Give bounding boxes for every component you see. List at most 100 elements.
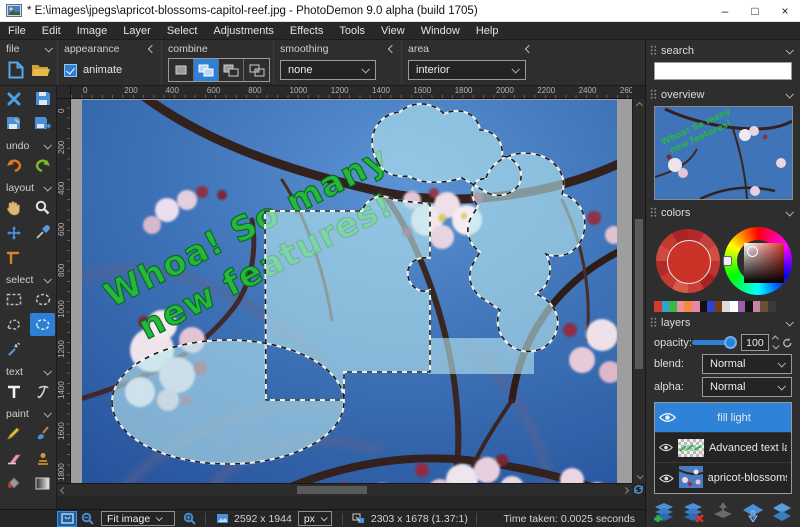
search-input[interactable] <box>654 62 792 80</box>
menu-item-9[interactable]: Window <box>413 25 468 37</box>
polygon-select-button[interactable] <box>1 313 26 336</box>
move-layer-down-button[interactable] <box>741 502 765 522</box>
save-as-button[interactable] <box>30 112 55 135</box>
alpha-mode-dropdown[interactable]: Normal <box>702 377 792 397</box>
area-dropdown[interactable]: interior <box>408 60 526 80</box>
merge-layers-button[interactable] <box>770 502 794 522</box>
palette-swatch-15[interactable] <box>768 301 776 312</box>
opacity-reset-icon[interactable] <box>782 337 792 349</box>
text-section-header[interactable]: text <box>0 364 56 379</box>
zoom-tool-button[interactable] <box>30 196 55 219</box>
layer-row-apricot-blossoms[interactable]: apricot-blossoms... <box>655 463 791 493</box>
palette-swatch-11[interactable] <box>738 301 746 312</box>
recenter-view-button[interactable] <box>632 483 645 496</box>
menu-item-5[interactable]: Adjustments <box>205 25 282 37</box>
fit-canvas-button[interactable] <box>57 511 77 527</box>
undo-button[interactable] <box>1 154 26 177</box>
menu-item-6[interactable]: Effects <box>282 25 331 37</box>
close-button[interactable]: × <box>770 0 800 22</box>
menu-item-3[interactable]: Layer <box>115 25 159 37</box>
blend-mode-dropdown[interactable]: Normal <box>702 354 792 374</box>
lasso-select-button[interactable] <box>30 313 55 336</box>
hue-selector-handle[interactable] <box>723 256 732 266</box>
undo-section-header[interactable]: undo <box>0 138 56 153</box>
color-harmony-wheel[interactable] <box>656 229 720 293</box>
new-image-button[interactable] <box>6 58 25 82</box>
layers-panel-header[interactable]: layers <box>646 314 800 331</box>
image-viewport[interactable]: Whoa! So many new features! <box>71 99 632 496</box>
unit-dropdown[interactable]: px <box>298 511 332 526</box>
zoom-out-button[interactable] <box>77 511 97 527</box>
opacity-stepper[interactable] <box>773 337 778 348</box>
palette-swatch-3[interactable] <box>677 301 685 312</box>
zoom-level-dropdown[interactable]: Fit image <box>101 511 175 526</box>
palette-swatch-8[interactable] <box>715 301 723 312</box>
save-copy-button[interactable] <box>1 112 26 135</box>
menu-item-2[interactable]: Image <box>69 25 116 37</box>
palette-swatch-7[interactable] <box>707 301 715 312</box>
palette-swatch-14[interactable] <box>760 301 768 312</box>
advanced-text-button[interactable] <box>30 380 55 403</box>
menu-item-4[interactable]: Select <box>159 25 206 37</box>
layer-row-fill-light[interactable]: fill light <box>655 403 791 433</box>
select-section-header[interactable]: select <box>0 272 56 287</box>
gradient-tool-button[interactable] <box>30 472 55 495</box>
opacity-slider[interactable] <box>692 340 730 345</box>
rect-select-button[interactable] <box>1 288 26 311</box>
move-tool-button[interactable] <box>1 221 26 244</box>
palette-swatch-6[interactable] <box>700 301 708 312</box>
collapse-left-icon[interactable] <box>148 45 156 53</box>
magic-wand-button[interactable] <box>1 338 26 361</box>
combine-intersect-button[interactable] <box>244 59 269 81</box>
animate-checkbox[interactable] <box>64 64 77 77</box>
menu-item-1[interactable]: Edit <box>34 25 69 37</box>
overview-panel-header[interactable]: overview <box>646 86 800 103</box>
delete-layer-button[interactable] <box>681 502 705 522</box>
fill-tool-button[interactable] <box>1 472 26 495</box>
basic-text-button[interactable] <box>1 380 26 403</box>
menu-item-8[interactable]: View <box>373 25 413 37</box>
search-panel-header[interactable]: search <box>646 42 800 59</box>
collapse-left-icon[interactable] <box>525 45 533 53</box>
palette-swatch-0[interactable] <box>654 301 662 312</box>
close-image-button[interactable] <box>1 87 26 110</box>
palette-swatch-9[interactable] <box>722 301 730 312</box>
ellipse-select-button[interactable] <box>30 288 55 311</box>
vertical-scrollbar[interactable] <box>632 99 645 483</box>
layer-visibility-eye-icon[interactable] <box>659 412 676 423</box>
opacity-value[interactable]: 100 <box>741 334 769 351</box>
colors-panel-header[interactable]: colors <box>646 204 800 221</box>
collapse-left-icon[interactable] <box>388 45 396 53</box>
pencil-tool-button[interactable] <box>1 422 26 445</box>
pan-tool-button[interactable] <box>1 196 26 219</box>
combine-add-button[interactable] <box>194 59 219 81</box>
open-image-button[interactable] <box>31 58 51 82</box>
palette-swatch-1[interactable] <box>662 301 670 312</box>
paintbrush-tool-button[interactable] <box>30 422 55 445</box>
color-picker-button[interactable] <box>30 221 55 244</box>
overview-thumbnail[interactable]: Whoa! So many new features! <box>654 106 793 200</box>
measure-tool-button[interactable] <box>1 246 26 269</box>
horizontal-scrollbar[interactable] <box>57 483 632 496</box>
layer-visibility-eye-icon[interactable] <box>659 442 673 453</box>
palette-swatch-5[interactable] <box>692 301 700 312</box>
drag-grip-icon[interactable] <box>650 89 657 100</box>
redo-button[interactable] <box>30 154 55 177</box>
maximize-button[interactable]: □ <box>740 0 770 22</box>
layout-section-header[interactable]: layout <box>0 180 56 195</box>
vertical-scroll-thumb[interactable] <box>635 219 643 369</box>
eraser-tool-button[interactable] <box>1 447 26 470</box>
palette-swatch-13[interactable] <box>753 301 761 312</box>
file-section-header[interactable]: file <box>0 40 57 56</box>
drag-grip-icon[interactable] <box>650 317 657 328</box>
move-layer-up-button[interactable] <box>711 502 735 522</box>
menu-item-10[interactable]: Help <box>468 25 507 37</box>
horizontal-scroll-thumb[interactable] <box>297 486 367 494</box>
paint-section-header[interactable]: paint <box>0 406 56 421</box>
scroll-right-arrow[interactable] <box>619 484 632 497</box>
palette-swatch-10[interactable] <box>730 301 738 312</box>
save-button[interactable] <box>30 87 55 110</box>
combine-subtract-button[interactable] <box>219 59 244 81</box>
hue-wheel[interactable] <box>724 227 792 295</box>
menu-item-7[interactable]: Tools <box>331 25 373 37</box>
